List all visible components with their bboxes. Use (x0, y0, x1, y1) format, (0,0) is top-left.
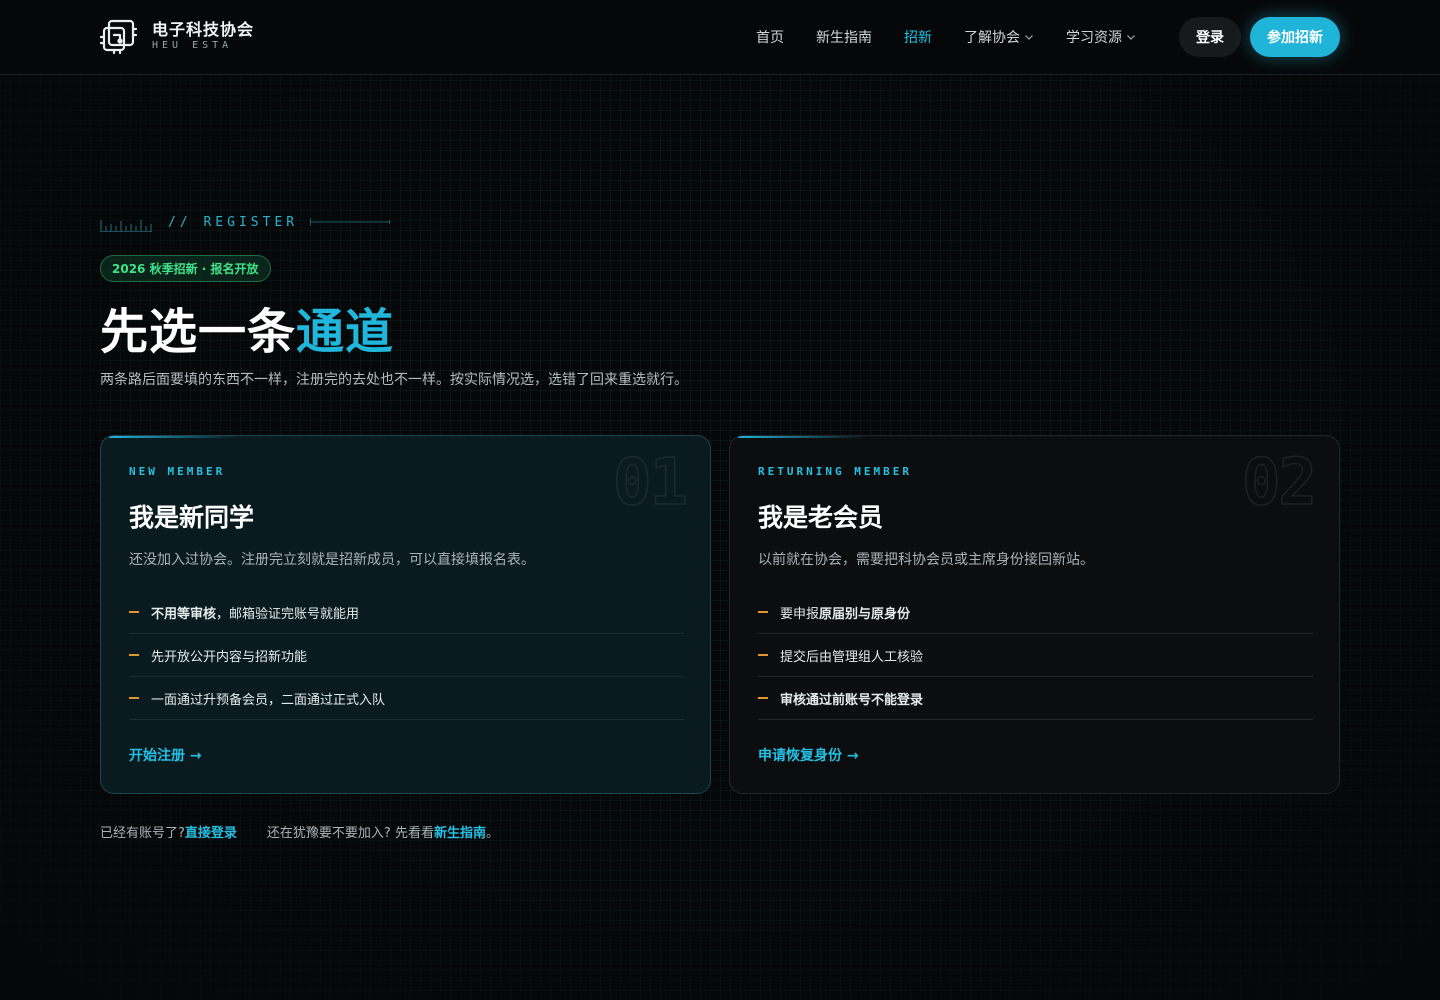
returning-member-card[interactable]: 02 RETURNING MEMBER 我是老会员 以前就在协会，需要把科协会员… (729, 435, 1340, 794)
nav-link-label: 招新 (904, 30, 932, 46)
item-emphasis: 审核通过前账号不能登录 (780, 692, 924, 708)
item-text: 提交后由管理组人工核验 (780, 649, 924, 665)
direct-login-link[interactable]: 直接登录 (185, 822, 237, 841)
nav-link-label: 新生指南 (816, 30, 872, 46)
item-emphasis: 不用等审核 (151, 606, 217, 622)
have-account-text: 已经有账号了? (100, 826, 185, 841)
item-text: 要申报 (780, 606, 820, 622)
list-item: 要申报 原届别与原身份 (758, 591, 1313, 634)
list-item: 不用等审核 ，邮箱验证完账号就能用 (129, 591, 684, 634)
item-text: 先开放公开内容与招新功能 (151, 649, 308, 665)
card-title: 我是新同学 (129, 503, 255, 532)
recruit-status-badge: 2026 秋季招新 · 报名开放 (100, 255, 271, 282)
dash-bullet (129, 611, 139, 613)
card-accent-bar (109, 436, 239, 438)
list-item: 审核通过前账号不能登录 (758, 677, 1313, 720)
card-kicker: RETURNING MEMBER (758, 465, 912, 478)
period-text: 。 (485, 826, 499, 841)
card-feature-list: 要申报 原届别与原身份 提交后由管理组人工核验 审核通过前账号不能登录 (758, 591, 1313, 720)
dash-bullet (758, 654, 768, 656)
dash-bullet (129, 654, 139, 656)
dash-bullet (758, 611, 768, 613)
nav-link-recruit[interactable]: 招新 (904, 27, 932, 47)
request-restore-link[interactable]: 申请恢复身份 → (758, 745, 859, 765)
dash-bullet (129, 697, 139, 699)
join-recruitment-button[interactable]: 参加招新 (1250, 17, 1340, 57)
freshman-guide-link[interactable]: 新生指南 (434, 822, 486, 841)
eyebrow-line (310, 218, 391, 226)
brand-subtitle: HEU ESTA (152, 39, 233, 51)
top-navbar: 电子科技协会 HEU ESTA 首页 新生指南 招新 了解协会 学习资源 登录 … (0, 0, 1440, 75)
card-number: 01 (612, 445, 689, 521)
hesitate-text: 还在犹豫要不要加入? 先看看 (266, 826, 434, 841)
list-item: 一面通过升预备会员，二面通过正式入队 (129, 677, 684, 720)
login-button[interactable]: 登录 (1179, 17, 1241, 57)
page-description: 两条路后面要填的东西不一样，注册完的去处也不一样。按实际情况选，选错了回来重选就… (100, 372, 688, 388)
list-item: 提交后由管理组人工核验 (758, 634, 1313, 677)
dash-bullet (758, 697, 768, 699)
nav-link-label: 了解协会 (964, 30, 1020, 46)
item-emphasis: 原届别与原身份 (819, 606, 911, 622)
eyebrow-text: // REGISTER (168, 214, 299, 230)
circuit-logo-icon (100, 19, 138, 55)
card-number: 02 (1241, 445, 1318, 521)
item-text: 一面通过升预备会员，二面通过正式入队 (151, 692, 386, 708)
nav-link-label: 首页 (756, 30, 784, 46)
card-accent-bar (738, 436, 868, 438)
section-eyebrow: // REGISTER (100, 212, 391, 232)
start-register-link[interactable]: 开始注册 → (129, 745, 202, 765)
nav-link-label: 学习资源 (1066, 30, 1122, 46)
title-highlight: 通道 (296, 304, 395, 360)
page-title: 先选一条通道 (100, 292, 394, 362)
list-item: 先开放公开内容与招新功能 (129, 634, 684, 677)
ticks-icon (100, 220, 152, 232)
footer-hints: 已经有账号了? 直接登录 还在犹豫要不要加入? 先看看 新生指南 。 (100, 822, 499, 841)
card-feature-list: 不用等审核 ，邮箱验证完账号就能用 先开放公开内容与招新功能 一面通过升预备会员，… (129, 591, 684, 720)
chevron-down-icon (1127, 35, 1135, 40)
card-description: 还没加入过协会。注册完立刻就是招新成员，可以直接填报名表。 (129, 552, 535, 568)
item-text: ，邮箱验证完账号就能用 (216, 606, 360, 622)
brand[interactable]: 电子科技协会 HEU ESTA (100, 17, 254, 55)
nav-link-home[interactable]: 首页 (756, 27, 784, 47)
card-description: 以前就在协会，需要把科协会员或主席身份接回新站。 (758, 552, 1094, 568)
brand-name: 电子科技协会 (152, 19, 255, 39)
title-main: 先选一条 (100, 304, 297, 360)
card-kicker: NEW MEMBER (129, 465, 226, 478)
card-title: 我是老会员 (758, 503, 884, 532)
new-member-card[interactable]: 01 NEW MEMBER 我是新同学 还没加入过协会。注册完立刻就是招新成员，… (100, 435, 711, 794)
nav-links: 首页 新生指南 招新 了解协会 学习资源 (756, 27, 1168, 47)
nav-link-freshman-guide[interactable]: 新生指南 (816, 27, 872, 47)
nav-link-resources[interactable]: 学习资源 (1066, 27, 1136, 47)
chevron-down-icon (1025, 35, 1033, 40)
nav-link-about[interactable]: 了解协会 (964, 27, 1034, 47)
